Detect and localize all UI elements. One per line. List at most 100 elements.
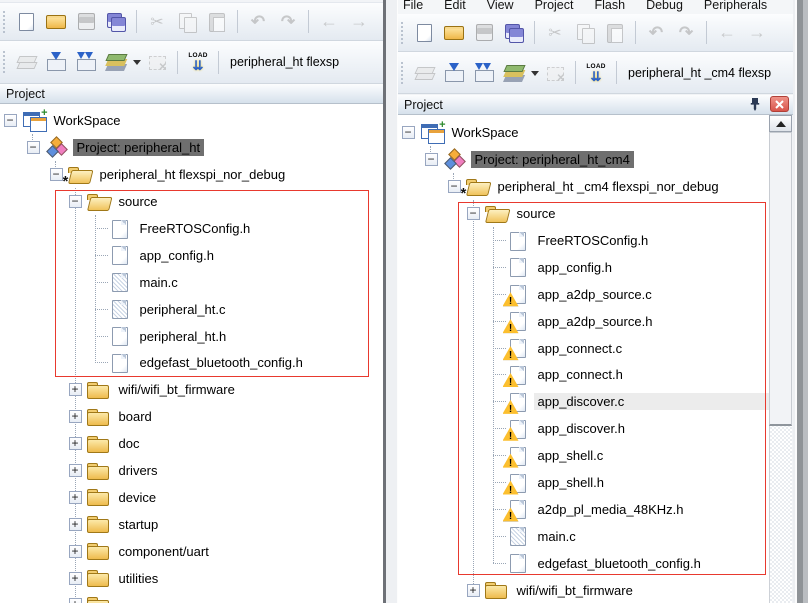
pin-icon[interactable] (748, 97, 762, 112)
build-button[interactable] (442, 61, 466, 85)
tree-item-doc[interactable]: +doc (0, 430, 383, 457)
save-all-button[interactable] (104, 10, 128, 34)
tree-item-app-a2dp-source-h[interactable]: app_a2dp_source.h (398, 308, 769, 335)
tree-item-utilities[interactable]: +utilities (0, 565, 383, 592)
translate-button[interactable] (14, 50, 38, 74)
batch-build-button[interactable] (104, 50, 128, 74)
tree-item-a2dp-pl-media-48khz-h[interactable]: a2dp_pl_media_48KHz.h (398, 496, 769, 523)
expander-plus-icon[interactable]: + (467, 584, 480, 597)
copy-button[interactable] (175, 10, 199, 34)
expander-plus-icon[interactable]: + (69, 572, 82, 585)
forward-button[interactable] (347, 10, 371, 34)
tree-item-peripheral-ht-c[interactable]: peripheral_ht.c (0, 296, 383, 323)
tree-item-drivers[interactable]: +drivers (0, 457, 383, 484)
tree-item-startup[interactable]: +startup (0, 511, 383, 538)
new-file-button[interactable] (14, 10, 38, 34)
expander-minus-icon[interactable]: − (448, 180, 461, 193)
tree-item-source[interactable]: −source (398, 200, 769, 227)
menu-view[interactable]: View (487, 0, 514, 13)
menu-flash[interactable]: Flash (594, 0, 625, 13)
paste-button[interactable] (603, 21, 627, 45)
tree-item-workspace[interactable]: −+WorkSpace (0, 108, 383, 135)
expander-minus-icon[interactable]: − (467, 207, 480, 220)
open-file-button[interactable] (442, 21, 466, 45)
target-select[interactable]: peripheral_ht _cm4 flexsp (628, 66, 771, 80)
tree-item-peripheral-ht-flexspi-nor-debug[interactable]: −*peripheral_ht flexspi_nor_debug (0, 161, 383, 188)
undo-button[interactable] (644, 21, 668, 45)
new-file-button[interactable] (412, 21, 436, 45)
target-select[interactable]: peripheral_ht flexsp (230, 55, 339, 69)
batch-build-dropdown-caret-icon[interactable] (529, 61, 540, 85)
tree-item-app-connect-c[interactable]: app_connect.c (398, 335, 769, 362)
tree-item-edgefast-bluetooth-config-h[interactable]: edgefast_bluetooth_config.h (398, 550, 769, 577)
back-button[interactable] (715, 21, 739, 45)
tree-item-app-shell-h[interactable]: app_shell.h (398, 469, 769, 496)
tree-item-app-discover-h[interactable]: app_discover.h (398, 415, 769, 442)
close-icon[interactable] (770, 96, 789, 112)
expander-minus-icon[interactable]: − (69, 195, 82, 208)
menu-edit[interactable]: Edit (444, 0, 466, 13)
tree-item-component-uart[interactable]: +component/uart (0, 538, 383, 565)
expander-minus-icon[interactable]: − (402, 126, 415, 139)
tree-item-source[interactable]: −source (0, 188, 383, 215)
rebuild-button[interactable] (472, 61, 496, 85)
load-button[interactable] (584, 61, 608, 85)
rebuild-button[interactable] (74, 50, 98, 74)
expander-plus-icon[interactable]: + (69, 518, 82, 531)
expander-minus-icon[interactable]: − (50, 168, 63, 181)
tree-item-app-config-h[interactable]: app_config.h (398, 254, 769, 281)
stop-build-button[interactable] (145, 50, 169, 74)
tree-item-peripheral-ht-cm4-flexspi-nor-debug[interactable]: −*peripheral_ht _cm4 flexspi_nor_debug (398, 173, 769, 200)
paste-button[interactable] (205, 10, 229, 34)
cut-button[interactable] (543, 21, 567, 45)
redo-button[interactable] (276, 10, 300, 34)
scrollbar-thumb[interactable] (769, 132, 792, 426)
expander-plus-icon[interactable]: + (69, 464, 82, 477)
tree-item-main-c[interactable]: main.c (0, 269, 383, 296)
expander-minus-icon[interactable]: − (4, 114, 17, 127)
undo-button[interactable] (246, 10, 270, 34)
menu-project[interactable]: Project (535, 0, 574, 13)
expander-plus-icon[interactable]: + (69, 410, 82, 423)
tree-item-app-shell-c[interactable]: app_shell.c (398, 442, 769, 469)
back-button[interactable] (317, 10, 341, 34)
save-button[interactable] (472, 21, 496, 45)
cut-button[interactable] (145, 10, 169, 34)
tree-item-edgefast-bluetooth-config-h[interactable]: edgefast_bluetooth_config.h (0, 350, 383, 377)
save-all-button[interactable] (502, 21, 526, 45)
tree-item-freertosconfig-h[interactable]: FreeRTOSConfig.h (398, 227, 769, 254)
forward-button[interactable] (745, 21, 769, 45)
expander-plus-icon[interactable]: + (69, 598, 82, 603)
tree-item-partial[interactable]: + (0, 592, 383, 603)
batch-build-button[interactable] (502, 61, 526, 85)
tree-item-project-peripheral-ht[interactable]: −Project: peripheral_ht (0, 134, 383, 161)
expander-minus-icon[interactable]: − (27, 141, 40, 154)
expander-plus-icon[interactable]: + (69, 491, 82, 504)
tree-item-workspace[interactable]: −+WorkSpace (398, 120, 769, 147)
tree-item-app-connect-h[interactable]: app_connect.h (398, 362, 769, 389)
copy-button[interactable] (573, 21, 597, 45)
stop-build-button[interactable] (543, 61, 567, 85)
menu-debug[interactable]: Debug (646, 0, 683, 13)
expander-plus-icon[interactable]: + (69, 383, 82, 396)
tree-item-board[interactable]: +board (0, 403, 383, 430)
tree-item-app-a2dp-source-c[interactable]: app_a2dp_source.c (398, 281, 769, 308)
load-button[interactable] (186, 50, 210, 74)
tree-item-project-peripheral-ht-cm4[interactable]: −Project: peripheral_ht_cm4 (398, 146, 769, 173)
expander-plus-icon[interactable]: + (69, 545, 82, 558)
redo-button[interactable] (674, 21, 698, 45)
tree-item-wifi-wifi-bt-firmware[interactable]: +wifi/wifi_bt_firmware (398, 577, 769, 603)
tree-item-app-config-h[interactable]: app_config.h (0, 242, 383, 269)
expander-plus-icon[interactable]: + (69, 437, 82, 450)
tree-item-main-c[interactable]: main.c (398, 523, 769, 550)
tree-item-app-discover-c[interactable]: app_discover.c (398, 388, 769, 415)
save-button[interactable] (74, 10, 98, 34)
scrollbar-up-arrow-icon[interactable] (769, 115, 792, 132)
open-file-button[interactable] (44, 10, 68, 34)
menu-file[interactable]: File (403, 0, 423, 13)
tree-item-device[interactable]: +device (0, 484, 383, 511)
tree-item-freertosconfig-h[interactable]: FreeRTOSConfig.h (0, 215, 383, 242)
batch-build-dropdown-caret-icon[interactable] (131, 50, 142, 74)
expander-minus-icon[interactable]: − (425, 153, 438, 166)
translate-button[interactable] (412, 61, 436, 85)
